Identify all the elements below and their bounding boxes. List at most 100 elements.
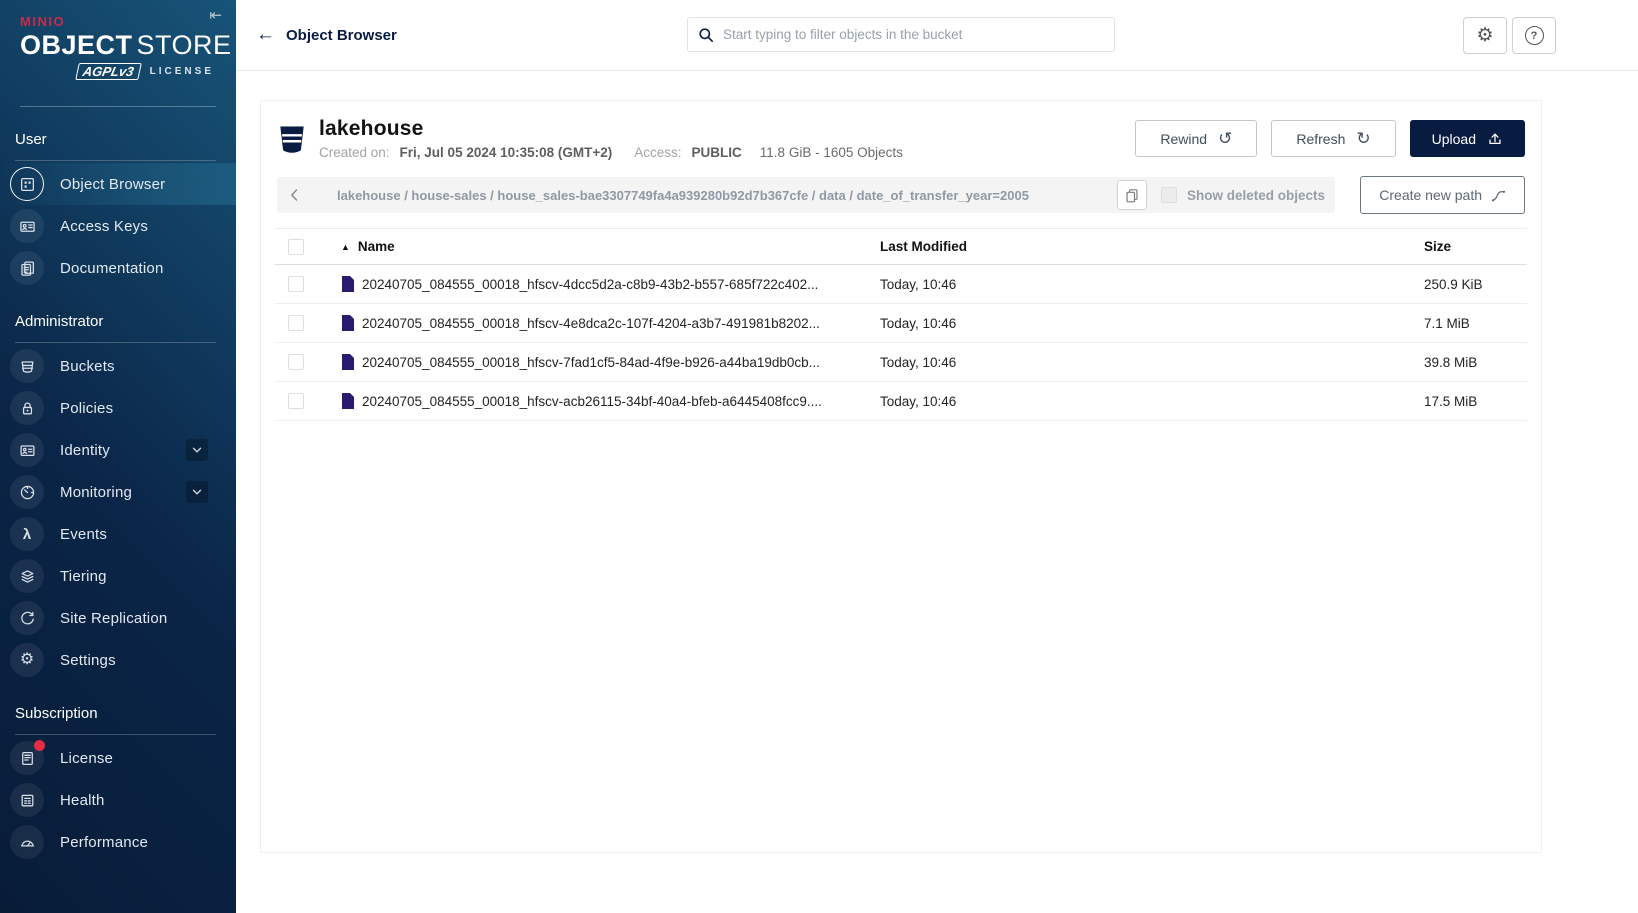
table-row[interactable]: 20240705_084555_00018_hfscv-4e8dca2c-107… — [275, 304, 1527, 343]
object-last-modified: Today, 10:46 — [880, 316, 1424, 331]
settings-button[interactable]: ⚙ — [1463, 17, 1507, 54]
breadcrumb-back-button[interactable] — [277, 177, 313, 213]
table-row[interactable]: 20240705_084555_00018_hfscv-4dcc5d2a-c8b… — [275, 265, 1527, 304]
rewind-button[interactable]: Rewind ↺ — [1135, 120, 1257, 157]
rewind-icon: ↺ — [1218, 130, 1232, 147]
back-navigation[interactable]: ← Object Browser — [256, 0, 397, 70]
table-header: ▲ Name Last Modified Size — [275, 229, 1527, 265]
rewind-button-label: Rewind — [1160, 131, 1207, 147]
sidebar-item-label: Buckets — [60, 358, 115, 375]
show-deleted-toggle[interactable]: Show deleted objects — [1161, 187, 1325, 203]
gear-icon: ⚙ — [1476, 26, 1493, 45]
top-bar: ← Object Browser ⚙ ? — [236, 0, 1638, 71]
page-title: Object Browser — [286, 27, 397, 44]
copy-path-button[interactable] — [1117, 180, 1147, 210]
sidebar-item-label: Health — [60, 792, 105, 809]
sort-ascending-icon[interactable]: ▲ — [341, 242, 350, 252]
sidebar-section-subscription: Subscription — [15, 705, 236, 722]
divider — [15, 160, 216, 161]
chevron-down-icon[interactable] — [186, 481, 208, 503]
upload-button-label: Upload — [1432, 131, 1476, 147]
access-keys-icon — [19, 218, 36, 235]
sidebar-item-monitoring[interactable]: Monitoring — [0, 471, 236, 513]
sidebar-item-label: Access Keys — [60, 218, 148, 235]
bucket-icon — [277, 124, 307, 156]
row-checkbox[interactable] — [288, 354, 304, 370]
back-arrow-icon[interactable]: ← — [256, 24, 275, 46]
gear-icon: ⚙ — [20, 652, 34, 668]
object-last-modified: Today, 10:46 — [880, 277, 1424, 292]
sidebar-item-events[interactable]: λ Events — [0, 513, 236, 555]
table-row[interactable]: 20240705_084555_00018_hfscv-7fad1cf5-84a… — [275, 343, 1527, 382]
name-header-label: Name — [358, 239, 395, 254]
sidebar-section-user: User — [15, 131, 236, 148]
create-new-path-button[interactable]: Create new path — [1360, 176, 1525, 214]
sidebar-item-documentation[interactable]: Documentation — [0, 247, 236, 289]
object-name: 20240705_084555_00018_hfscv-7fad1cf5-84a… — [362, 355, 820, 370]
sidebar-item-health[interactable]: Health — [0, 779, 236, 821]
file-icon — [341, 393, 354, 409]
sidebar-item-access-keys[interactable]: Access Keys — [0, 205, 236, 247]
sidebar-item-object-browser[interactable]: Object Browser — [0, 163, 236, 205]
main-content: lakehouse Created on: Fri, Jul 05 2024 1… — [236, 71, 1638, 913]
name-column-header[interactable]: ▲ Name — [341, 239, 880, 254]
sidebar-item-label: License — [60, 750, 113, 767]
object-size: 250.9 KiB — [1424, 277, 1527, 292]
sidebar-item-label: Events — [60, 526, 107, 543]
buckets-icon — [19, 358, 36, 375]
sidebar-item-buckets[interactable]: Buckets — [0, 345, 236, 387]
search-input[interactable] — [723, 27, 1104, 42]
file-icon — [341, 315, 354, 331]
help-button[interactable]: ? — [1512, 17, 1556, 54]
size-column-header[interactable]: Size — [1424, 239, 1527, 254]
file-icon — [341, 276, 354, 292]
object-filter-search[interactable] — [687, 17, 1115, 52]
show-deleted-label: Show deleted objects — [1187, 188, 1325, 203]
access-label: Access: — [634, 145, 681, 160]
sidebar-item-label: Performance — [60, 834, 148, 851]
sidebar-item-identity[interactable]: Identity — [0, 429, 236, 471]
object-browser-icon — [19, 176, 36, 193]
path-row: lakehouse / house-sales / house_sales-ba… — [277, 176, 1525, 214]
divider — [20, 106, 216, 107]
chevron-left-icon — [287, 187, 303, 203]
upload-button[interactable]: Upload — [1410, 120, 1525, 157]
sidebar-item-tiering[interactable]: Tiering — [0, 555, 236, 597]
sidebar: ⇤ MINIO OBJECTSTORE AGPLv3 LICENSE User … — [0, 0, 236, 913]
sidebar-item-label: Documentation — [60, 260, 164, 277]
refresh-icon: ↻ — [1356, 130, 1370, 147]
sidebar-item-label: Policies — [60, 400, 113, 417]
chevron-down-icon[interactable] — [186, 439, 208, 461]
documentation-icon — [19, 260, 36, 277]
sidebar-item-label: Tiering — [60, 568, 107, 585]
refresh-button[interactable]: Refresh ↻ — [1271, 120, 1395, 157]
sidebar-section-administrator: Administrator — [15, 313, 236, 330]
table-row[interactable]: 20240705_084555_00018_hfscv-acb26115-34b… — [275, 382, 1527, 421]
show-deleted-checkbox[interactable] — [1161, 187, 1177, 203]
create-path-icon — [1491, 188, 1506, 203]
row-checkbox[interactable] — [288, 276, 304, 292]
row-checkbox[interactable] — [288, 315, 304, 331]
divider — [15, 734, 216, 735]
sidebar-item-performance[interactable]: Performance — [0, 821, 236, 863]
sidebar-item-site-replication[interactable]: Site Replication — [0, 597, 236, 639]
logo-brand: MINIO — [20, 14, 216, 29]
object-last-modified: Today, 10:46 — [880, 394, 1424, 409]
select-all-checkbox[interactable] — [288, 239, 304, 255]
object-size: 39.8 MiB — [1424, 355, 1527, 370]
object-size: 17.5 MiB — [1424, 394, 1527, 409]
breadcrumb[interactable]: lakehouse / house-sales / house_sales-ba… — [337, 188, 1109, 203]
monitoring-icon — [19, 484, 36, 501]
last-modified-column-header[interactable]: Last Modified — [880, 239, 1424, 254]
sidebar-collapse-icon[interactable]: ⇤ — [209, 6, 222, 24]
created-value: Fri, Jul 05 2024 10:35:08 (GMT+2) — [400, 145, 613, 160]
row-checkbox[interactable] — [288, 393, 304, 409]
access-value[interactable]: PUBLIC — [692, 145, 742, 160]
sidebar-item-license[interactable]: License — [0, 737, 236, 779]
copy-icon — [1125, 188, 1139, 203]
help-icon: ? — [1525, 26, 1544, 45]
sidebar-item-policies[interactable]: Policies — [0, 387, 236, 429]
sidebar-item-settings[interactable]: ⚙ Settings — [0, 639, 236, 681]
license-label: LICENSE — [150, 66, 214, 77]
agpl-badge: AGPLv3 — [75, 63, 141, 80]
